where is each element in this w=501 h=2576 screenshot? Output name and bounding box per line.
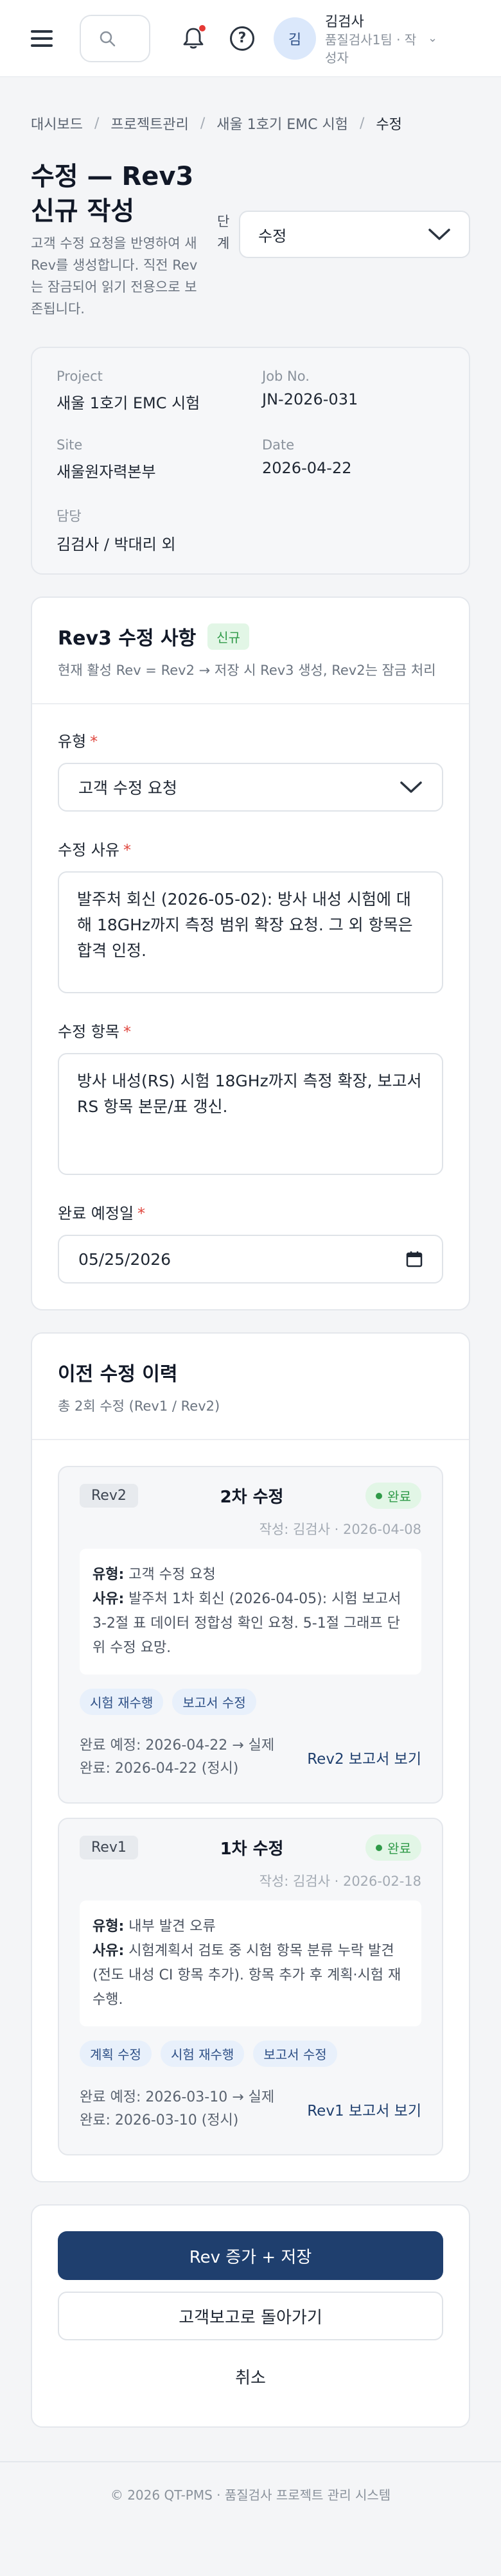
breadcrumb-project[interactable]: 새울 1호기 EMC 시험: [216, 113, 348, 134]
footer: © 2026 QT-PMS · 품질검사 프로젝트 관리 시스템: [0, 2461, 501, 2525]
status-badge: 완료: [365, 1834, 421, 1861]
rev-chip: Rev2: [80, 1484, 138, 1508]
due-date-label: 완료 예정일 *: [58, 1205, 146, 1223]
history-subtitle: 총 2회 수정 (Rev1 / Rev2): [58, 1398, 220, 1414]
reason-label: 수정 사유 *: [58, 841, 131, 859]
search-icon: [100, 31, 116, 46]
history-entry-detail: 유형: 고객 수정 요청 사유: 발주처 1차 회신 (2026-04-05):…: [80, 1549, 421, 1675]
notification-button[interactable]: [179, 24, 208, 53]
avatar: 김: [274, 17, 316, 60]
history-entry-tags: 시험 재수행 보고서 수정: [80, 1689, 421, 1715]
form-subtitle: 현재 활성 Rev = Rev2 → 저장 시 Rev3 생성, Rev2는 잠…: [58, 663, 436, 678]
breadcrumb-separator: /: [200, 115, 206, 132]
history-entry-title: 1차 수정: [220, 1840, 284, 1859]
history-entry-rev1: Rev1 1차 수정 완료 작성: 김검사 · 2026-02-18 유형: 내…: [58, 1818, 443, 2155]
chevron-down-icon: [400, 781, 422, 793]
chevron-down-icon: ⌄: [428, 31, 438, 45]
date-value: 2026-04-22: [262, 459, 352, 477]
history-entry-title: 2차 수정: [220, 1488, 284, 1507]
help-button[interactable]: ?: [227, 24, 257, 53]
menu-icon[interactable]: [31, 30, 53, 47]
chevron-down-icon: [428, 229, 450, 240]
breadcrumb-current: 수정: [376, 117, 402, 133]
user-name: 김검사: [325, 13, 364, 30]
due-date-value: 05/25/2026: [78, 1249, 171, 1269]
stage-label: 단계: [217, 214, 230, 251]
help-icon: ?: [230, 26, 254, 51]
breadcrumb-project-management[interactable]: 프로젝트관리: [110, 113, 188, 134]
job-no-label: Job No.: [262, 369, 310, 384]
history-entry-meta: 작성: 김검사 · 2026-04-08: [259, 1522, 421, 1537]
history-entry-meta: 작성: 김검사 · 2026-02-18: [259, 1874, 421, 1889]
breadcrumb-separator: /: [359, 115, 365, 132]
history-entry-dates: 완료 예정: 2026-03-10 → 실제 완료: 2026-03-10 (정…: [80, 2089, 275, 2128]
calendar-icon[interactable]: [406, 1251, 423, 1267]
breadcrumb-separator: /: [94, 115, 100, 132]
user-team: 품질검사1팀 · 작성자: [325, 31, 417, 65]
breadcrumb-dashboard[interactable]: 대시보드: [31, 113, 83, 134]
tag: 계획 수정: [80, 2041, 152, 2067]
view-rev1-report-link[interactable]: Rev1 보고서 보기: [307, 2098, 421, 2120]
action-panel: Rev 증가 + 저장 고객보고로 돌아가기 취소: [31, 2204, 470, 2428]
top-bar: ? 김 김검사 품질검사1팀 · 작성자 ⌄: [0, 0, 501, 77]
user-menu[interactable]: 김 김검사 품질검사1팀 · 작성자 ⌄: [274, 10, 437, 67]
status-badge: 완료: [365, 1483, 421, 1509]
tag: 보고서 수정: [253, 2041, 337, 2067]
stage-select[interactable]: 수정: [239, 211, 470, 258]
date-label: Date: [262, 437, 295, 453]
new-badge: 신규: [207, 623, 249, 650]
owner-value: 김검사 / 박대리 외: [57, 535, 176, 553]
reason-textarea[interactable]: 발주처 회신 (2026-05-02): 방사 내성 시험에 대해 18GHz까…: [58, 871, 443, 993]
history-entry-rev2: Rev2 2차 수정 완료 작성: 김검사 · 2026-04-08 유형: 고…: [58, 1466, 443, 1804]
site-label: Site: [57, 437, 83, 453]
back-to-report-button[interactable]: 고객보고로 돌아가기: [58, 2292, 443, 2340]
page-title-line1: 수정 — Rev3: [31, 162, 194, 191]
form-title: Rev3 수정 사항: [58, 627, 197, 650]
revision-form-card: Rev3 수정 사항 신규 현재 활성 Rev = Rev2 → 저장 시 Re…: [31, 596, 470, 1310]
type-value: 고객 수정 요청: [78, 779, 177, 797]
status-dot: [376, 1844, 383, 1851]
save-rev-button[interactable]: Rev 증가 + 저장: [58, 2231, 443, 2280]
notification-dot: [199, 24, 206, 31]
items-textarea[interactable]: 방사 내성(RS) 시험 18GHz까지 측정 확장, 보고서 RS 항목 본문…: [58, 1053, 443, 1175]
status-dot: [376, 1492, 383, 1499]
stage-value: 수정: [258, 227, 287, 245]
page-title: 수정 — Rev3 신규 작성: [31, 159, 203, 229]
page-title-line2: 신규 작성: [31, 196, 135, 226]
items-label: 수정 항목 *: [58, 1023, 131, 1041]
cancel-button[interactable]: 취소: [58, 2352, 443, 2401]
tag: 시험 재수행: [80, 1689, 164, 1715]
view-rev2-report-link[interactable]: Rev2 보고서 보기: [307, 1746, 421, 1768]
project-label: Project: [57, 369, 103, 384]
owner-label: 담당: [57, 509, 82, 524]
history-entry-detail: 유형: 내부 발견 오류 사유: 시험계획서 검토 중 시험 항목 분류 누락 …: [80, 1901, 421, 2026]
project-info-card: Project 새울 1호기 EMC 시험 Job No. JN-2026-03…: [31, 347, 470, 575]
history-entry-dates: 완료 예정: 2026-04-22 → 실제 완료: 2026-04-22 (정…: [80, 1737, 275, 1777]
site-value: 새울원자력본부: [57, 463, 156, 481]
revision-history-card: 이전 수정 이력 총 2회 수정 (Rev1 / Rev2) Rev2 2차 수…: [31, 1332, 470, 2182]
tag: 시험 재수행: [160, 2041, 245, 2067]
search-button[interactable]: [80, 14, 150, 62]
breadcrumb: 대시보드 / 프로젝트관리 / 새울 1호기 EMC 시험 / 수정: [31, 113, 470, 134]
rev-chip: Rev1: [80, 1836, 138, 1859]
history-title: 이전 수정 이력: [58, 1363, 178, 1386]
job-no-value: JN-2026-031: [262, 390, 358, 408]
project-value: 새울 1호기 EMC 시험: [57, 394, 200, 412]
due-date-input[interactable]: 05/25/2026: [58, 1235, 443, 1284]
page-description: 고객 수정 요청을 반영하여 새 Rev를 생성합니다. 직전 Rev는 잠금되…: [31, 236, 198, 317]
history-entry-tags: 계획 수정 시험 재수행 보고서 수정: [80, 2041, 421, 2067]
type-label: 유형 *: [58, 733, 98, 751]
type-select[interactable]: 고객 수정 요청: [58, 763, 443, 812]
tag: 보고서 수정: [172, 1689, 256, 1715]
